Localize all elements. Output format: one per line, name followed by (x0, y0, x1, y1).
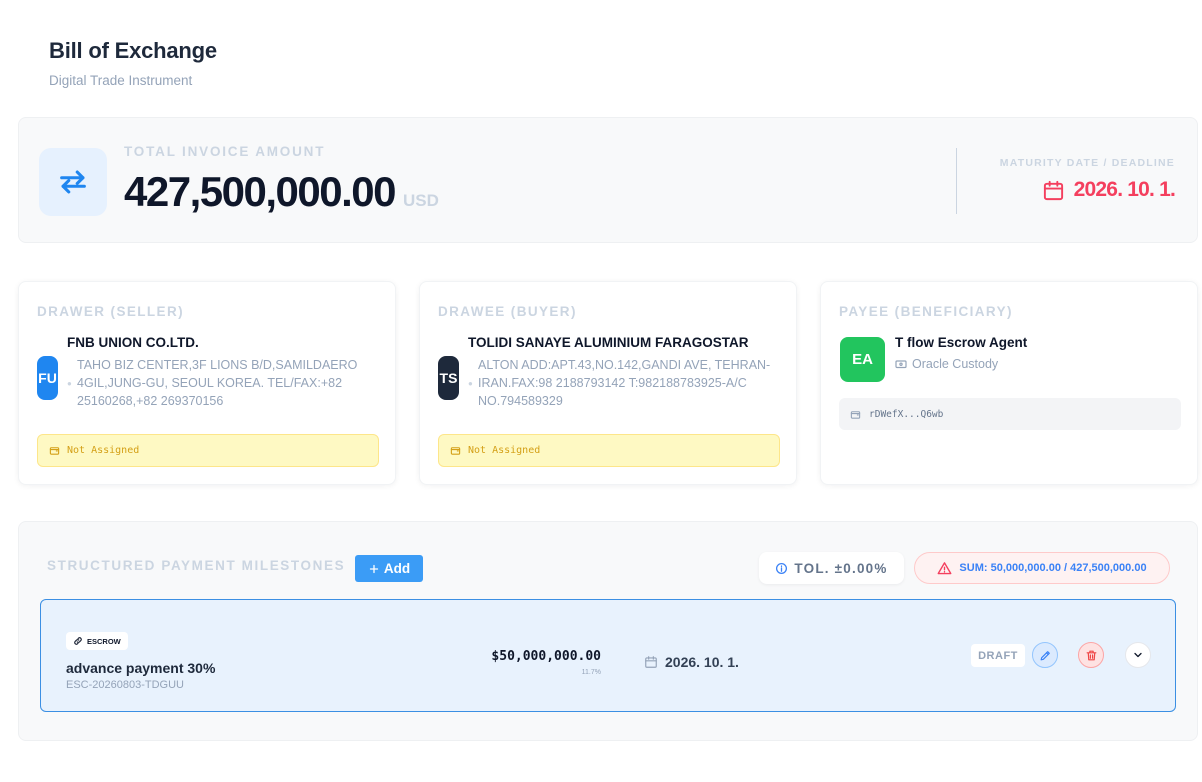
drawee-label: DRAWEE (BUYER) (438, 304, 577, 319)
drawer-wallet-status: Not Assigned (37, 434, 379, 467)
page-subtitle: Digital Trade Instrument (49, 73, 193, 88)
link-icon (74, 637, 82, 645)
payment-milestones-section: STRUCTURED PAYMENT MILESTONES Add TOL. ±… (18, 521, 1198, 741)
milestone-date-row: 2026. 10. 1. (644, 654, 739, 670)
add-milestone-button[interactable]: Add (355, 555, 423, 582)
drawee-name: TOLIDI SANAYE ALUMINIUM FARAGOSTAR (468, 335, 749, 350)
total-invoice-label: TOTAL INVOICE AMOUNT (124, 144, 326, 159)
wallet-icon (49, 447, 60, 455)
drawer-avatar: FU (37, 356, 58, 400)
add-milestone-label: Add (383, 561, 411, 576)
milestone-type-badge: ESCROW (66, 632, 128, 650)
currency-code: USD (402, 191, 439, 210)
milestone-type-text: ESCROW (87, 636, 121, 646)
address-bullet-icon: ● (67, 379, 72, 388)
milestone-row[interactable]: ESCROW advance payment 30% ESC-20260803-… (40, 599, 1176, 712)
maturity-date: 2026. 10. 1. (1073, 178, 1176, 201)
payee-card: PAYEE (BENEFICIARY) EA T flow Escrow Age… (820, 281, 1198, 485)
wallet-icon (850, 410, 861, 419)
payee-label: PAYEE (BENEFICIARY) (839, 304, 1013, 319)
custody-card-icon (895, 360, 907, 369)
total-amount-row: 427,500,000.00 USD (124, 168, 439, 216)
drawer-wallet-status-text: Not Assigned (67, 445, 140, 456)
payee-avatar: EA (840, 337, 885, 382)
tolerance-badge: TOL. ±0.00% (759, 552, 904, 584)
plus-icon (369, 564, 379, 573)
payee-name: T flow Escrow Agent (895, 335, 1028, 350)
milestones-title: STRUCTURED PAYMENT MILESTONES (47, 558, 346, 573)
delete-milestone-button[interactable] (1078, 642, 1104, 668)
calendar-icon (1043, 180, 1063, 200)
payee-custody: Oracle Custody (895, 357, 998, 371)
address-bullet-icon: ● (468, 379, 473, 388)
page-title: Bill of Exchange (49, 38, 217, 63)
invoice-summary-card: TOTAL INVOICE AMOUNT 427,500,000.00 USD … (18, 117, 1198, 243)
drawer-card: DRAWER (SELLER) FU FNB UNION CO.LTD. ● T… (18, 281, 396, 485)
swap-arrows-icon (60, 170, 86, 194)
maturity-date-label: MATURITY DATE / DEADLINE (999, 157, 1175, 169)
milestone-id: ESC-20260803-TDGUU (66, 679, 184, 691)
wallet-icon (450, 447, 461, 455)
payee-wallet-address[interactable]: rDWefX...Q6wb (839, 398, 1181, 430)
drawer-label: DRAWER (SELLER) (37, 304, 184, 319)
drawee-wallet-status-text: Not Assigned (468, 445, 541, 456)
sum-warning-badge: SUM: 50,000,000.00 / 427,500,000.00 (914, 552, 1170, 584)
milestone-name: advance payment 30% (66, 660, 216, 676)
drawee-wallet-status: Not Assigned (438, 434, 780, 467)
pencil-icon (1040, 650, 1050, 660)
drawee-address: ALTON ADD:APT.43,NO.142,GANDI AVE, TEHRA… (478, 358, 771, 408)
trash-icon (1086, 650, 1096, 660)
drawer-name: FNB UNION CO.LTD. (67, 335, 199, 350)
expand-milestone-button[interactable] (1125, 642, 1151, 668)
calendar-icon (645, 656, 657, 668)
milestone-date: 2026. 10. 1. (665, 654, 739, 670)
payee-custody-text: Oracle Custody (912, 357, 999, 371)
drawer-address: TAHO BIZ CENTER,3F LIONS B/D,SAMILDAERO … (77, 358, 358, 408)
drawee-avatar: TS (438, 356, 459, 400)
warning-triangle-icon (937, 561, 952, 574)
milestone-status-badge: DRAFT (971, 644, 1025, 667)
drawee-card: DRAWEE (BUYER) TS TOLIDI SANAYE ALUMINIU… (419, 281, 797, 485)
total-invoice-amount: 427,500,000.00 (124, 168, 396, 215)
page-header: Bill of Exchange Digital Trade Instrumen… (49, 38, 217, 88)
milestone-percent: 11.7% (581, 669, 601, 676)
sum-text: SUM: 50,000,000.00 / 427,500,000.00 (959, 562, 1147, 574)
edit-milestone-button[interactable] (1032, 642, 1058, 668)
summary-divider (956, 148, 957, 214)
payee-wallet-address-text: rDWefX...Q6wb (869, 408, 944, 420)
info-icon (776, 562, 788, 574)
maturity-date-row: 2026. 10. 1. (1042, 178, 1176, 202)
chevron-down-icon (1134, 652, 1142, 658)
tolerance-text: TOL. ±0.00% (794, 560, 888, 576)
exchange-icon-box (39, 148, 107, 216)
milestone-amount: $50,000,000.00 (491, 649, 601, 664)
